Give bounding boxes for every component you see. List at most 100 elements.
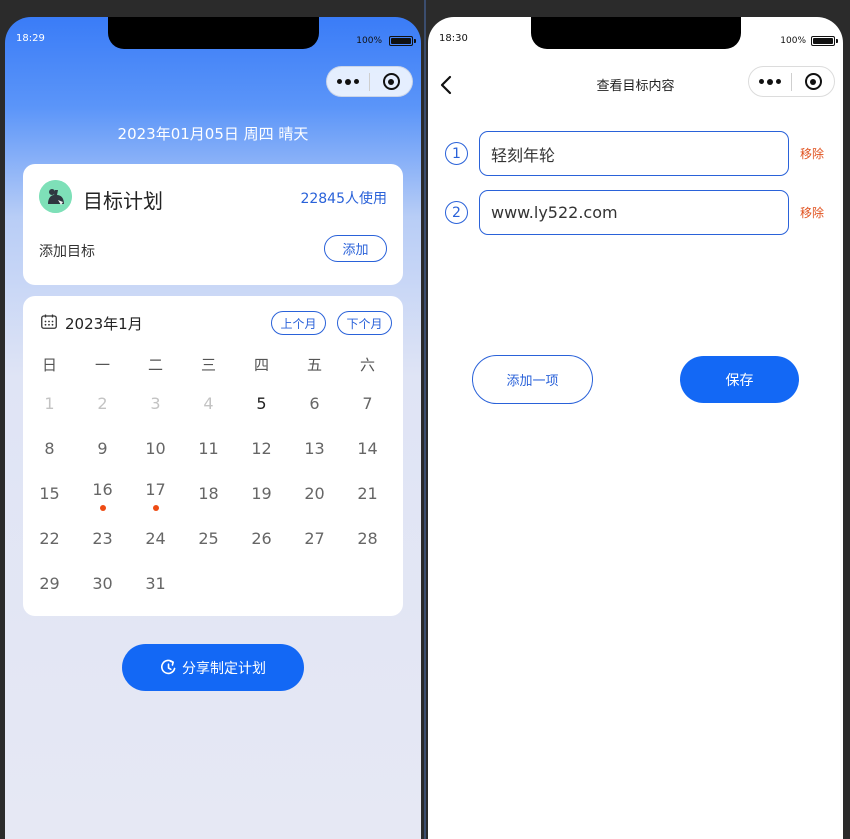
plan-card: 目标计划 22845人使用 添加目标 添加 <box>23 164 403 285</box>
calendar-day-label: 7 <box>362 394 373 413</box>
share-plan-label: 分享制定计划 <box>182 660 266 677</box>
calendar-day-label: 24 <box>145 529 166 548</box>
share-plan-button[interactable]: 分享制定计划 <box>122 644 304 691</box>
next-month-button[interactable]: 下个月 <box>337 311 392 335</box>
calendar-day-label: 9 <box>97 439 108 458</box>
weekday-label: 三 <box>200 356 216 374</box>
battery-icon <box>811 36 838 46</box>
close-capsule-icon[interactable] <box>792 67 834 96</box>
calendar-day[interactable]: 31 <box>129 574 182 596</box>
calendar-day-label: 4 <box>203 394 214 413</box>
item-number: 2 <box>445 201 468 224</box>
date-weather-line: 2023年01月05日 周四 晴天 <box>117 125 309 143</box>
more-icon[interactable] <box>749 67 791 96</box>
battery-percent: 100% <box>356 36 382 46</box>
calendar-day[interactable]: 3 <box>129 394 182 416</box>
weekday-label: 五 <box>306 356 322 374</box>
calendar-day[interactable]: 13 <box>288 439 341 461</box>
calendar-day-label: 22 <box>39 529 60 548</box>
calendar-day[interactable]: 4 <box>182 394 235 416</box>
calendar-day-label: 3 <box>150 394 161 413</box>
calendar-day-label: 29 <box>39 574 60 593</box>
calendar-day[interactable]: 16 <box>76 480 129 511</box>
calendar-day-label: 19 <box>251 484 272 503</box>
calendar-day-label: 17 <box>145 480 166 499</box>
more-icon[interactable] <box>327 67 369 96</box>
users-count: 22845人使用 <box>300 191 387 207</box>
calendar-day-label: 23 <box>92 529 113 548</box>
calendar-day[interactable]: 1 <box>23 394 76 416</box>
status-time: 18:30 <box>439 33 468 44</box>
add-item-button[interactable]: 添加一项 <box>472 355 593 404</box>
event-marker-dot <box>152 505 159 511</box>
goal-item-input[interactable] <box>479 190 789 235</box>
status-time: 18:29 <box>16 33 45 44</box>
goal-item-row: 1 移除 <box>428 131 843 177</box>
calendar-day[interactable]: 6 <box>288 394 341 416</box>
calendar-day-label: 28 <box>357 529 378 548</box>
calendar-day[interactable]: 14 <box>341 439 394 461</box>
calendar-day-label: 20 <box>304 484 325 503</box>
mini-program-capsule <box>748 66 835 97</box>
avatar-icon <box>39 180 72 213</box>
calendar-day[interactable]: 30 <box>76 574 129 596</box>
calendar-day[interactable]: 24 <box>129 529 182 551</box>
weekday-label: 日 <box>41 356 57 374</box>
battery-icon <box>389 36 416 46</box>
close-capsule-icon[interactable] <box>370 67 412 96</box>
calendar-day-label: 10 <box>145 439 166 458</box>
calendar-day[interactable]: 15 <box>23 484 76 506</box>
calendar-day[interactable]: 20 <box>288 484 341 506</box>
calendar-day[interactable]: 27 <box>288 529 341 551</box>
calendar-day[interactable]: 18 <box>182 484 235 506</box>
calendar-day[interactable]: 22 <box>23 529 76 551</box>
calendar-card: 2023年1月 上个月 下个月 日一二三四五六 1 2 3 4 5 6 7 8 9 10 11 12 1… <box>23 296 403 616</box>
calendar-day[interactable]: 10 <box>129 439 182 461</box>
event-marker-dot <box>99 505 106 511</box>
home-screen: 18:29 100% 2023年01月05日 周四 晴天 目标计划 22845人… <box>5 17 421 839</box>
calendar-day[interactable]: 28 <box>341 529 394 551</box>
save-button[interactable]: 保存 <box>680 356 799 403</box>
notch <box>108 17 319 49</box>
remove-item-button[interactable]: 移除 <box>800 204 824 221</box>
calendar-day-label: 11 <box>198 439 219 458</box>
calendar-day-label: 15 <box>39 484 60 503</box>
calendar-day[interactable]: 23 <box>76 529 129 551</box>
calendar-day-label: 26 <box>251 529 272 548</box>
prev-month-button[interactable]: 上个月 <box>271 311 326 335</box>
calendar-day[interactable]: 5 <box>235 394 288 416</box>
calendar-day[interactable]: 17 <box>129 480 182 511</box>
calendar-day[interactable]: 29 <box>23 574 76 596</box>
calendar-day[interactable]: 11 <box>182 439 235 461</box>
calendar-day[interactable]: 7 <box>341 394 394 416</box>
calendar-icon <box>41 314 57 329</box>
calendar-day[interactable]: 12 <box>235 439 288 461</box>
calendar-day-label: 31 <box>145 574 166 593</box>
share-icon <box>161 659 176 675</box>
calendar-day[interactable]: 9 <box>76 439 129 461</box>
calendar-day-label: 18 <box>198 484 219 503</box>
calendar-day-label: 25 <box>198 529 219 548</box>
add-goal-button[interactable]: 添加 <box>324 235 387 262</box>
calendar-day[interactable]: 25 <box>182 529 235 551</box>
add-goal-label: 添加目标 <box>39 244 95 260</box>
weekday-label: 一 <box>94 356 110 374</box>
calendar-day-label: 12 <box>251 439 272 458</box>
calendar-day[interactable]: 8 <box>23 439 76 461</box>
notch <box>531 17 741 49</box>
plan-title: 目标计划 <box>83 189 163 213</box>
goal-item-row: 2 移除 <box>428 190 843 236</box>
calendar-day[interactable]: 21 <box>341 484 394 506</box>
calendar-day[interactable]: 2 <box>76 394 129 416</box>
calendar-day-label: 2 <box>97 394 108 413</box>
calendar-month-title: 2023年1月 <box>65 315 143 333</box>
remove-item-button[interactable]: 移除 <box>800 145 824 162</box>
item-number: 1 <box>445 142 468 165</box>
calendar-day-label: 14 <box>357 439 378 458</box>
goal-item-input[interactable] <box>479 131 789 176</box>
calendar-day[interactable]: 26 <box>235 529 288 551</box>
calendar-day[interactable]: 19 <box>235 484 288 506</box>
calendar-day-label: 13 <box>304 439 325 458</box>
battery-percent: 100% <box>780 36 806 46</box>
mini-program-capsule <box>326 66 413 97</box>
